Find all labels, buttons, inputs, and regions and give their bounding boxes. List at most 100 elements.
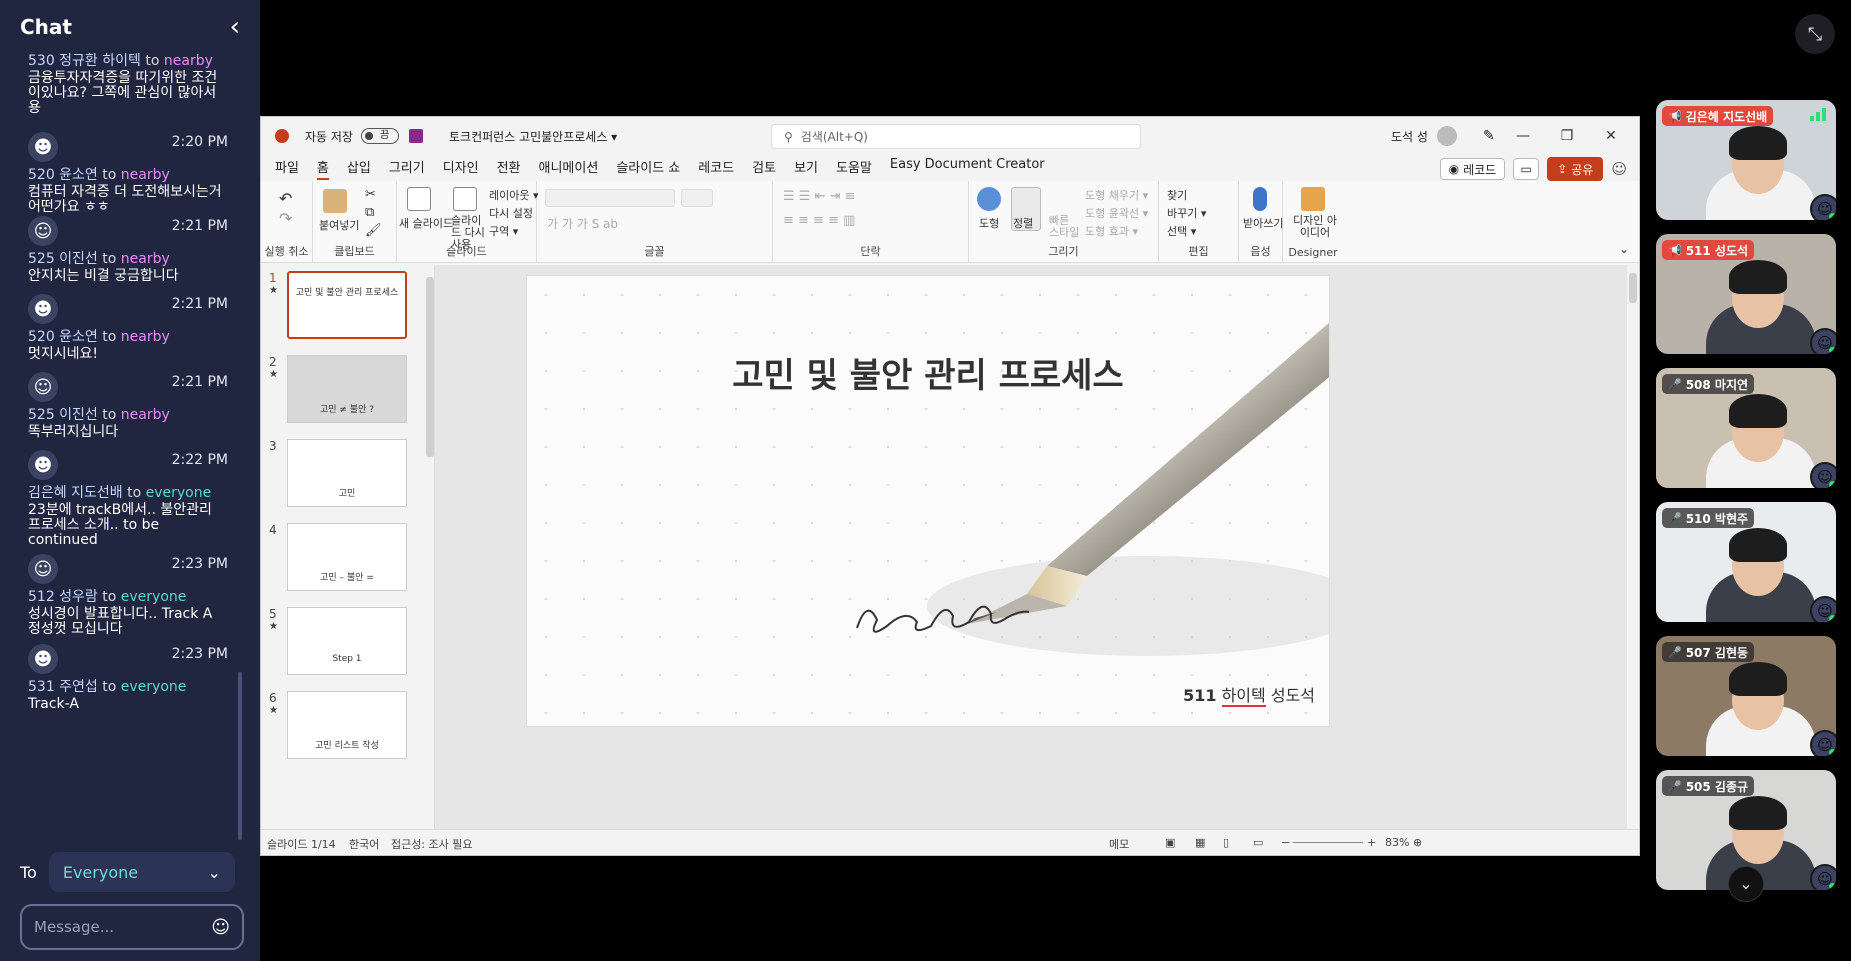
record-button[interactable]: ◉ 레코드	[1439, 158, 1506, 180]
zoom-in-icon[interactable]: +	[1367, 836, 1376, 849]
thumbnail-scrollbar[interactable]	[425, 265, 435, 829]
slideshow-view-icon[interactable]: ▭	[1253, 836, 1263, 849]
slide-thumbnail[interactable]: 고민 리스트 작성	[287, 691, 407, 759]
tab-8[interactable]: 레코드	[698, 157, 734, 180]
participant-tile[interactable]: 🎤 507 김현동 ☺	[1656, 636, 1836, 756]
normal-view-icon[interactable]: ▣	[1165, 836, 1175, 849]
feedback-smile-icon[interactable]: ☺	[1611, 160, 1627, 178]
chevron-left-icon[interactable]: ‹	[230, 12, 240, 42]
sorter-view-icon[interactable]: ▦	[1195, 836, 1205, 849]
tab-11[interactable]: 도움말	[836, 157, 872, 180]
slide-thumbnail-row[interactable]: 3 고민	[267, 439, 417, 517]
reset-button[interactable]: 다시 설정	[489, 205, 533, 221]
chat-scrollbar[interactable]	[238, 672, 242, 840]
slide-thumbnail-row[interactable]: 1 ★ 고민 및 불안 관리 프로세스	[267, 271, 417, 349]
list-icons[interactable]: ☰ ☰ ⇤ ⇥ ≡	[783, 189, 856, 204]
participant-tile[interactable]: 📢 김은혜 지도선배 ☺	[1656, 100, 1836, 220]
zoom-level[interactable]: 83%	[1385, 836, 1409, 849]
undo-icon[interactable]: ↶	[279, 189, 292, 208]
shape-fill[interactable]: 도형 채우기 ▾	[1085, 187, 1148, 203]
avatar[interactable]: ☺	[28, 372, 58, 402]
paste-icon[interactable]	[323, 189, 347, 213]
find-button[interactable]: 찾기	[1167, 187, 1187, 203]
avatar[interactable]: ☻	[28, 294, 58, 324]
shape-effects[interactable]: 도형 효과 ▾	[1085, 223, 1138, 239]
cut-icon[interactable]: ✂	[365, 187, 376, 202]
sender-name[interactable]: 525 이진선	[28, 407, 98, 423]
window-restore-icon[interactable]: ❐	[1545, 117, 1589, 155]
avatar[interactable]: ☺	[1810, 462, 1836, 488]
slide-thumbnail[interactable]: 고민 ≠ 불안 ?	[287, 355, 407, 423]
reading-view-icon[interactable]: ▯	[1223, 836, 1229, 849]
sender-name[interactable]: 김은혜 지도선배	[28, 485, 123, 501]
chevron-down-icon[interactable]: ⌄	[1728, 866, 1764, 902]
slide-scrollbar[interactable]	[1627, 265, 1639, 829]
notes-button[interactable]: 메모	[1109, 836, 1129, 852]
avatar[interactable]	[1437, 126, 1457, 146]
participant-tile[interactable]: 🎤 508 마지연 ☺	[1656, 368, 1836, 488]
new-slide-icon[interactable]	[407, 187, 431, 211]
tab-10[interactable]: 보기	[794, 157, 818, 180]
scroll-thumb[interactable]	[1629, 273, 1637, 303]
avatar[interactable]: ☺	[28, 216, 58, 246]
slide-thumbnail-row[interactable]: 5 ★ Step 1	[267, 607, 417, 685]
tab-3[interactable]: 그리기	[389, 157, 425, 180]
format-painter-icon[interactable]: 🖌	[365, 223, 382, 238]
avatar[interactable]: ☺	[1810, 730, 1836, 756]
pen-icon[interactable]: ✎	[1483, 128, 1495, 144]
font-name-select[interactable]	[545, 189, 675, 207]
redo-icon[interactable]: ↷	[279, 209, 292, 228]
avatar[interactable]: ☺	[1810, 864, 1836, 890]
section-button[interactable]: 구역 ▾	[489, 223, 518, 239]
shapes-label[interactable]: 도형	[979, 215, 999, 231]
window-close-icon[interactable]: ✕	[1589, 117, 1633, 155]
sender-name[interactable]: 512 성우람	[28, 589, 98, 605]
search-input[interactable]: ⚲ 검색(Alt+Q)	[771, 124, 1141, 149]
avatar[interactable]: ☺	[1810, 596, 1836, 622]
user-name[interactable]: 도석 성	[1391, 128, 1428, 145]
tab-2[interactable]: 삽입	[347, 157, 371, 180]
tab-12[interactable]: Easy Document Creator	[890, 157, 1045, 180]
slide-thumbnail-row[interactable]: 4 고민 – 불안 =	[267, 523, 417, 601]
paste-label[interactable]: 붙여넣기	[319, 217, 359, 233]
slide-thumbnail-row[interactable]: 2 ★ 고민 ≠ 불안 ?	[267, 355, 417, 433]
avatar[interactable]: ☻	[28, 644, 58, 674]
document-name[interactable]: 토크컨퍼런스 고민불안프로세스 ▾	[449, 128, 617, 145]
scroll-thumb[interactable]	[426, 277, 434, 457]
tab-9[interactable]: 검토	[752, 157, 776, 180]
slide-thumbnail[interactable]: 고민	[287, 439, 407, 507]
sender-name[interactable]: 520 윤소연	[28, 329, 98, 345]
designer-icon[interactable]	[1301, 187, 1325, 211]
avatar[interactable]: ☻	[28, 132, 58, 162]
replace-button[interactable]: 바꾸기 ▾	[1167, 205, 1206, 221]
sender-name[interactable]: 531 주연섭	[28, 679, 98, 695]
select-button[interactable]: 선택 ▾	[1167, 223, 1196, 239]
dictate-label[interactable]: 받아쓰기	[1243, 215, 1283, 231]
participant-tile[interactable]: 📢 511 성도석 ☺	[1656, 234, 1836, 354]
reuse-slide-icon[interactable]	[453, 187, 477, 211]
new-slide-label[interactable]: 새 슬라이드	[399, 215, 453, 231]
slide-thumbnail[interactable]: Step 1	[287, 607, 407, 675]
autosave-toggle[interactable]: 끔	[360, 128, 399, 144]
avatar[interactable]: ☺	[28, 554, 58, 584]
slide-thumbnail-row[interactable]: 6 ★ 고민 리스트 작성	[267, 691, 417, 769]
sender-name[interactable]: 520 윤소연	[28, 167, 98, 183]
tab-7[interactable]: 슬라이드 쇼	[616, 157, 680, 180]
tab-5[interactable]: 전환	[497, 157, 521, 180]
layout-button[interactable]: 레이아웃 ▾	[489, 187, 539, 203]
tab-4[interactable]: 디자인	[443, 157, 479, 180]
designer-label[interactable]: 디자인 아이디어	[1293, 215, 1337, 239]
arrange-label[interactable]: 정렬	[1013, 215, 1033, 231]
chat-message-list[interactable]: 530 정규환 하이텍 to nearby 금융투자자격증을 따기위한 조건이있나…	[0, 44, 248, 840]
current-slide[interactable]: 고민 및 불안 관리 프로세스 511 하이텍 성도석	[526, 275, 1330, 727]
recipient-select[interactable]: Everyone ⌄	[48, 852, 235, 892]
avatar[interactable]: ☻	[28, 450, 58, 480]
sender-name[interactable]: 530 정규환 하이텍	[28, 53, 141, 69]
quick-styles-label[interactable]: 빠른 스타일	[1049, 215, 1081, 239]
slide-thumbnail[interactable]: 고민 및 불안 관리 프로세스	[287, 271, 407, 339]
comments-button[interactable]: ▭	[1513, 158, 1540, 180]
minimize-screen-icon[interactable]: ⤡	[1795, 14, 1835, 54]
microphone-icon[interactable]	[1253, 187, 1267, 211]
fit-slide-icon[interactable]: ⊕	[1413, 836, 1422, 849]
avatar[interactable]: ☺	[1810, 328, 1836, 354]
